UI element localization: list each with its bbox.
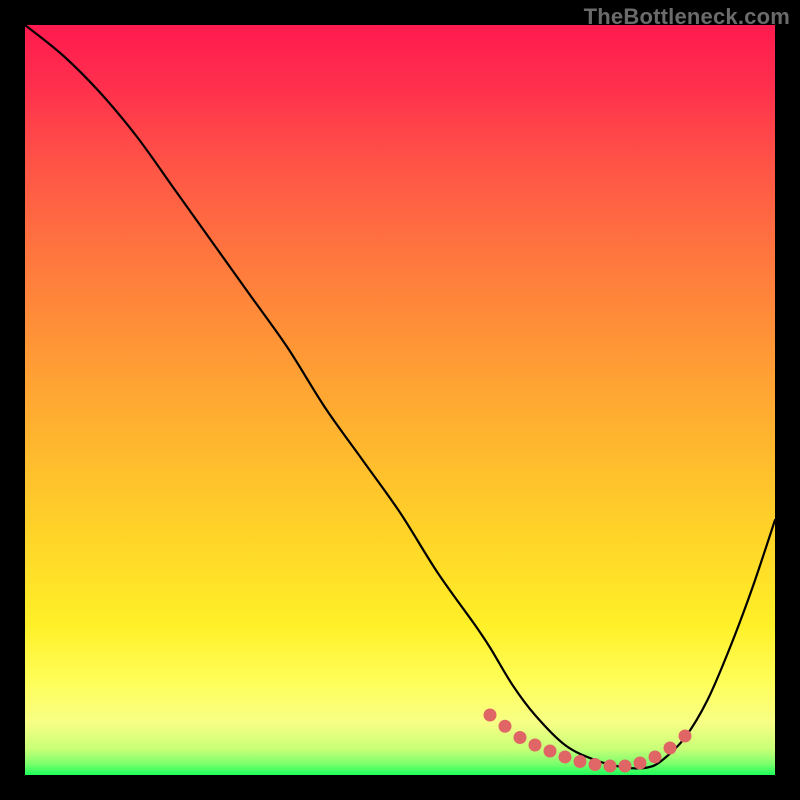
optimal-marker — [559, 751, 572, 764]
optimal-marker — [664, 742, 677, 755]
optimal-marker — [679, 730, 692, 743]
optimal-marker — [484, 709, 497, 722]
optimal-marker — [499, 720, 512, 733]
optimal-marker — [544, 745, 557, 758]
optimal-marker — [619, 760, 632, 773]
chart-svg — [25, 25, 775, 775]
optimal-marker — [634, 757, 647, 770]
optimal-marker — [574, 755, 587, 768]
optimal-marker — [649, 751, 662, 764]
optimal-marker — [589, 758, 602, 771]
optimal-marker — [514, 731, 527, 744]
optimal-marker — [529, 739, 542, 752]
chart-stage: TheBottleneck.com — [0, 0, 800, 800]
optimal-marker — [604, 760, 617, 773]
chart-plot-area — [25, 25, 775, 775]
